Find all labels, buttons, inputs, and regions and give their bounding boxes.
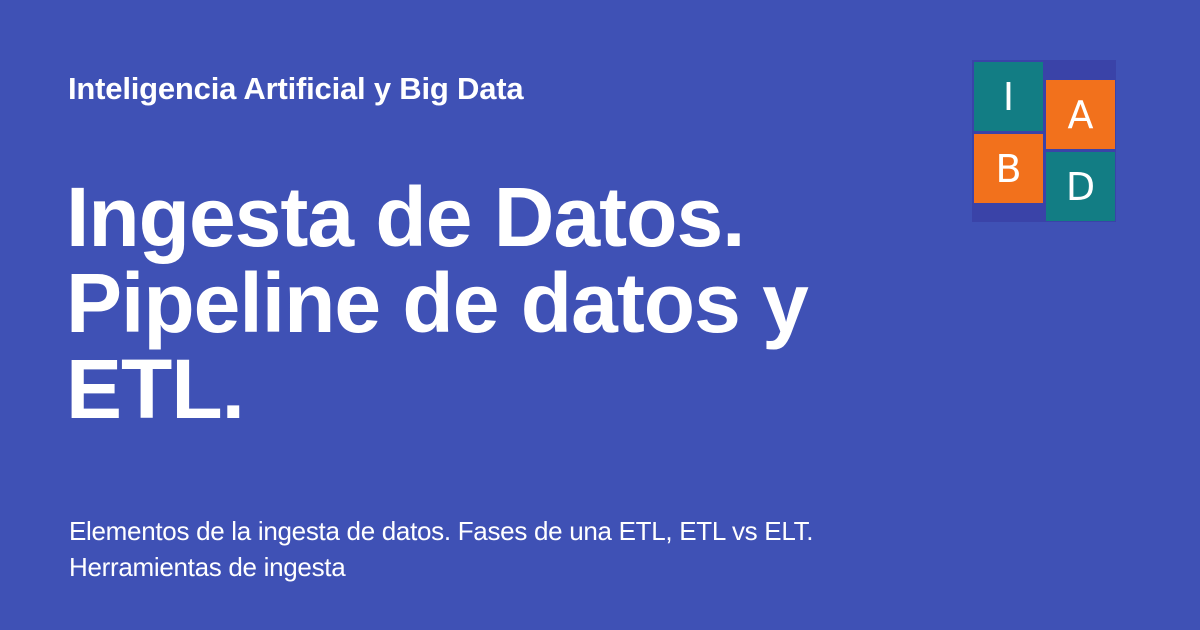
logo-tile-b: B [974, 134, 1043, 203]
logo-tile-i: I [974, 62, 1043, 131]
description-line: Herramientas de ingesta [69, 552, 346, 582]
iabd-logo: I A B D [972, 60, 1116, 222]
social-card: Inteligencia Artificial y Big Data Inges… [0, 0, 1200, 630]
page-title: Ingesta de Datos. Pipeline de datos y ET… [66, 174, 926, 432]
description-line: Elementos de la ingesta de datos. Fases … [69, 516, 814, 546]
page-title-line: Ingesta de Datos. [66, 170, 746, 264]
page-description: Elementos de la ingesta de datos. Fases … [69, 513, 929, 585]
logo-tile-d: D [1046, 152, 1115, 221]
page-title-line: Pipeline de datos y [66, 256, 809, 350]
site-name: Inteligencia Artificial y Big Data [68, 71, 524, 106]
page-title-line: ETL. [66, 342, 245, 436]
logo-tile-a: A [1046, 80, 1115, 149]
